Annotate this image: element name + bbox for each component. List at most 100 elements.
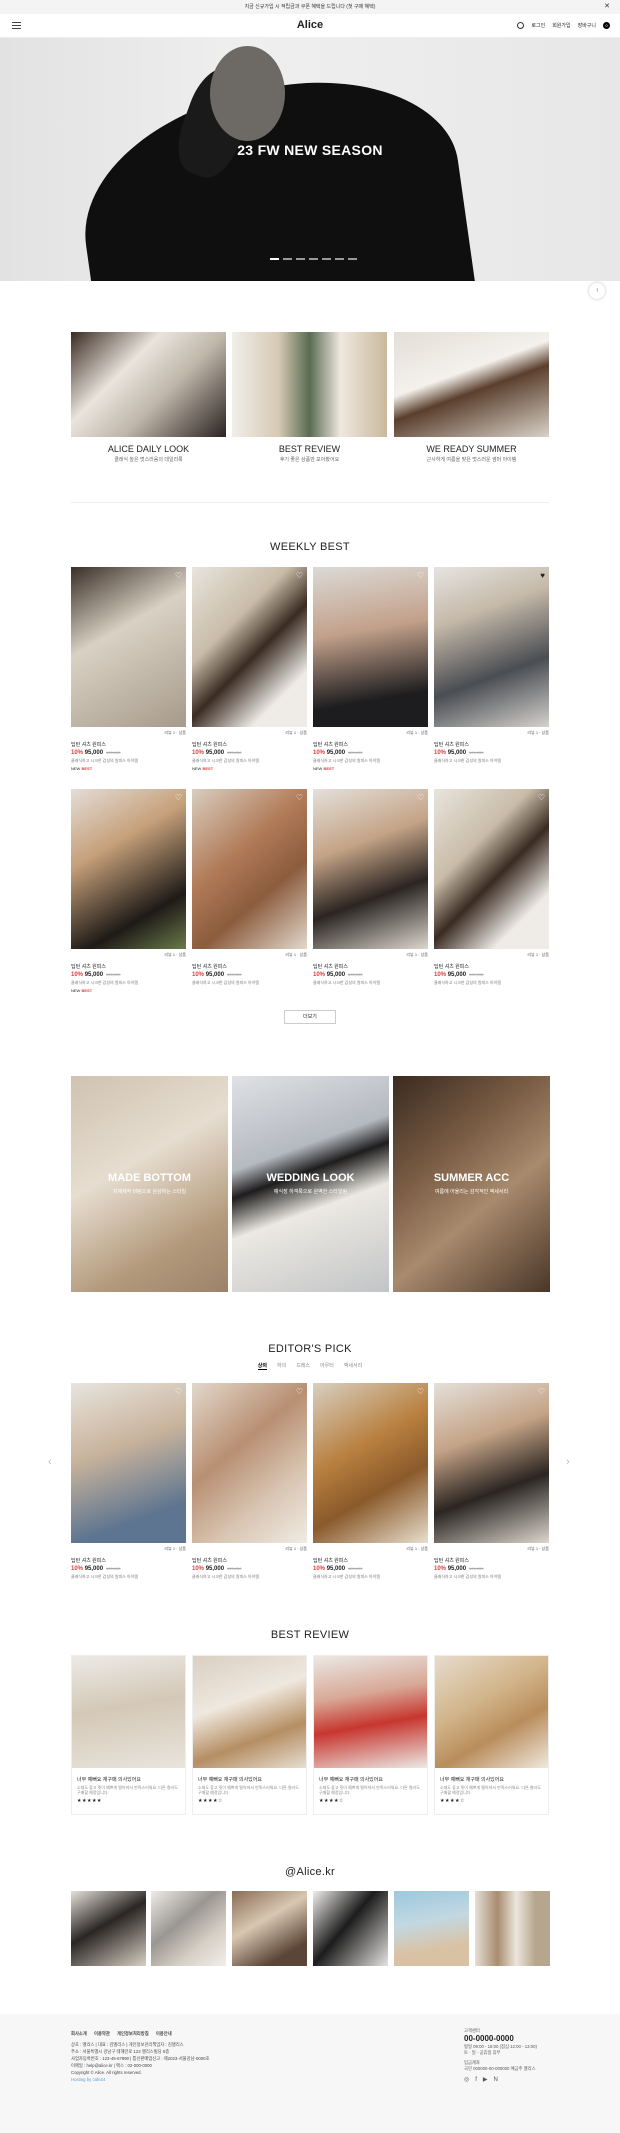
product-desc: 클래식하고 시크한 감성의 원피스 아이템	[434, 980, 502, 985]
product-desc: 클래식하고 시크한 감성의 원피스 아이템	[434, 1574, 502, 1579]
product-price: 10% 95,000 105,000	[313, 972, 363, 978]
slider-dot[interactable]	[348, 258, 357, 260]
cart-link[interactable]: 장바구니	[578, 22, 596, 29]
category-ready-summer[interactable]: WE READY SUMMER 근사하게 여름을 맞은 멋스러운 썸머 아이템	[394, 332, 549, 463]
carousel-next-icon[interactable]: ›	[566, 1456, 570, 1468]
login-link[interactable]: 로그인	[531, 22, 545, 29]
hero-banner[interactable]: 23 FW NEW SEASON	[0, 38, 620, 281]
category-title: WE READY SUMMER	[426, 444, 517, 454]
product-card[interactable]: ♡ 리뷰 1 · 상품 딥턴 셔츠 원피스 10% 95,000 105,000 …	[313, 789, 428, 986]
product-card[interactable]: ♡ 리뷰 1 · 상품 딥턴 셔츠 원피스 10% 95,000 105,000 …	[434, 789, 549, 986]
search-icon[interactable]	[517, 22, 525, 29]
instagram-post[interactable]	[151, 1891, 226, 1966]
product-name: 딥턴 셔츠 원피스	[71, 742, 106, 748]
review-card[interactable]: 너무 예뻐요 재구매 의사있어요 소재도 좋고 핏이 예쁘게 떨어져서 만족스러…	[313, 1655, 428, 1815]
product-price: 10% 95,000 105,000	[313, 1566, 363, 1572]
product-card[interactable]: ♡ 리뷰 1 · 상품 딥턴 셔츠 원피스 10% 95,000 105,000 …	[192, 789, 307, 986]
best-review-title: BEST REVIEW	[270, 1629, 350, 1641]
product-card[interactable]: ♡ 리뷰 1 · 상품 딥턴 셔츠 원피스 10% 95,000 105,000 …	[192, 1383, 307, 1580]
instagram-post[interactable]	[475, 1891, 550, 1966]
slider-dot[interactable]	[335, 258, 344, 260]
footer-link[interactable]: 이용약관	[94, 2031, 110, 2036]
product-card[interactable]: ♡ 리뷰 1 · 상품 딥턴 셔츠 원피스 10% 95,000 105,000 …	[71, 789, 186, 993]
category-title: ALICE DAILY LOOK	[107, 444, 190, 454]
footer-link[interactable]: 개인정보처리방침	[117, 2031, 149, 2036]
product-card[interactable]: ♡ 리뷰 1 · 상품 딥턴 셔츠 원피스 10% 95,000 105,000 …	[434, 1383, 549, 1580]
product-meta: 리뷰 1 · 상품	[164, 1546, 186, 1551]
instagram-post[interactable]	[232, 1891, 307, 1966]
youtube-icon[interactable]: ▶	[483, 2077, 488, 2083]
product-name: 딥턴 셔츠 원피스	[313, 964, 348, 970]
product-meta: 리뷰 1 · 상품	[527, 952, 549, 957]
product-desc: 클래식하고 시크한 감성의 원피스 아이템	[313, 980, 381, 985]
wishlist-heart-icon[interactable]: ♡	[417, 571, 424, 580]
tab-bottom[interactable]: 하의	[277, 1362, 286, 1370]
wishlist-heart-icon[interactable]: ♡	[296, 571, 303, 580]
review-card[interactable]: 너무 예뻐요 재구매 의사있어요 소재도 좋고 핏이 예쁘게 떨어져서 만족스러…	[71, 1655, 186, 1815]
product-image: ♡	[434, 789, 549, 949]
product-card[interactable]: ♥ 리뷰 1 · 상품 딥턴 셔츠 원피스 10% 95,000 105,000 …	[434, 567, 549, 764]
editors-pick-tabs: 상의 하의 드레스 아우터 액세서리	[0, 1362, 620, 1370]
banner-made-bottom[interactable]: MADE BOTTOM 자체제작 바텀으로 완성하는 스타일	[71, 1076, 228, 1292]
instagram-post[interactable]	[71, 1891, 146, 1966]
more-button[interactable]: 더보기	[284, 1010, 336, 1024]
blog-icon[interactable]: N	[494, 2077, 498, 2083]
product-price: 10% 95,000 105,000	[192, 750, 242, 756]
product-image: ♡	[313, 789, 428, 949]
review-card[interactable]: 너무 예뻐요 재구매 의사있어요 소재도 좋고 핏이 예쁘게 떨어져서 만족스러…	[192, 1655, 307, 1815]
tab-dress[interactable]: 드레스	[296, 1362, 310, 1370]
product-name: 딥턴 셔츠 원피스	[434, 1558, 469, 1564]
category-best-review[interactable]: BEST REVIEW 후기 좋은 상품만 모아봤어요	[232, 332, 387, 463]
product-name: 딥턴 셔츠 원피스	[71, 1558, 106, 1564]
slider-dot[interactable]	[296, 258, 305, 260]
wishlist-heart-icon[interactable]: ♡	[538, 1387, 545, 1396]
instagram-icon[interactable]: ◎	[464, 2077, 469, 2083]
product-name: 딥턴 셔츠 원피스	[192, 964, 227, 970]
scroll-top-button[interactable]: ↑	[589, 283, 605, 299]
banner-subtitle: 자체제작 바텀으로 완성하는 스타일	[112, 1189, 187, 1195]
footer-link[interactable]: 이용안내	[156, 2031, 172, 2036]
wishlist-heart-icon[interactable]: ♡	[417, 793, 424, 802]
product-image: ♡	[71, 789, 186, 949]
wishlist-heart-icon[interactable]: ♡	[175, 793, 182, 802]
footer-hosting[interactable]: Hosting by cafe24	[71, 2076, 209, 2083]
product-card[interactable]: ♡ 리뷰 1 · 상품 딥턴 셔츠 원피스 10% 95,000 105,000 …	[71, 1383, 186, 1580]
announcement-bar: 지금 신규가입 시 적립금과 쿠폰 혜택을 드립니다 (첫 구매 혜택) ✕	[0, 0, 620, 14]
tab-outer[interactable]: 아우터	[320, 1362, 334, 1370]
wishlist-heart-icon[interactable]: ♡	[175, 571, 182, 580]
category-daily-look[interactable]: ALICE DAILY LOOK 클래식 높은 멋스러움의 데일리룩	[71, 332, 226, 463]
product-desc: 클래식하고 시크한 감성의 원피스 아이템	[313, 758, 381, 763]
close-icon[interactable]: ✕	[604, 0, 610, 14]
instagram-post[interactable]	[394, 1891, 469, 1966]
carousel-prev-icon[interactable]: ‹	[48, 1456, 52, 1468]
slider-dot[interactable]	[283, 258, 292, 260]
slider-dot[interactable]	[270, 258, 279, 260]
category-subtitle: 클래식 높은 멋스러움의 데일리룩	[114, 457, 183, 463]
product-card[interactable]: ♡ 리뷰 1 · 상품 딥턴 셔츠 원피스 10% 95,000 105,000 …	[313, 1383, 428, 1580]
product-card[interactable]: ♡ 리뷰 1 · 상품 딥턴 셔츠 원피스 10% 95,000 105,000 …	[313, 567, 428, 771]
wishlist-heart-icon[interactable]: ♡	[296, 793, 303, 802]
banner-wedding-look[interactable]: WEDDING LOOK 예식장 하객룩으로 완벽한 스타일링	[232, 1076, 389, 1292]
banner-summer-acc[interactable]: SUMMER ACC 여름에 어울리는 감각적인 액세서리	[393, 1076, 550, 1292]
banner-title: WEDDING LOOK	[266, 1172, 355, 1184]
footer-link[interactable]: 회사소개	[71, 2031, 87, 2036]
wishlist-heart-icon[interactable]: ♡	[538, 793, 545, 802]
product-meta: 리뷰 1 · 상품	[406, 730, 428, 735]
product-card[interactable]: ♡ 리뷰 1 · 상품 딥턴 셔츠 원피스 10% 95,000 105,000 …	[192, 567, 307, 771]
product-name: 딥턴 셔츠 원피스	[313, 1558, 348, 1564]
wishlist-heart-icon[interactable]: ♡	[417, 1387, 424, 1396]
slider-dot[interactable]	[322, 258, 331, 260]
tab-accessory[interactable]: 액세서리	[344, 1362, 362, 1370]
slider-dot[interactable]	[309, 258, 318, 260]
wishlist-heart-icon[interactable]: ♥	[540, 571, 545, 580]
facebook-icon[interactable]: f	[475, 2077, 477, 2083]
wishlist-heart-icon[interactable]: ♡	[175, 1387, 182, 1396]
banner-subtitle: 예식장 하객룩으로 완벽한 스타일링	[273, 1189, 348, 1195]
hero-slider-dots[interactable]	[270, 258, 357, 260]
wishlist-heart-icon[interactable]: ♡	[296, 1387, 303, 1396]
review-card[interactable]: 너무 예뻐요 재구매 의사있어요 소재도 좋고 핏이 예쁘게 떨어져서 만족스러…	[434, 1655, 549, 1815]
instagram-post[interactable]	[313, 1891, 388, 1966]
product-card[interactable]: ♡ 리뷰 1 · 상품 딥턴 셔츠 원피스 10% 95,000 105,000 …	[71, 567, 186, 771]
join-link[interactable]: 회원가입	[552, 22, 570, 29]
tab-top[interactable]: 상의	[257, 1362, 267, 1370]
